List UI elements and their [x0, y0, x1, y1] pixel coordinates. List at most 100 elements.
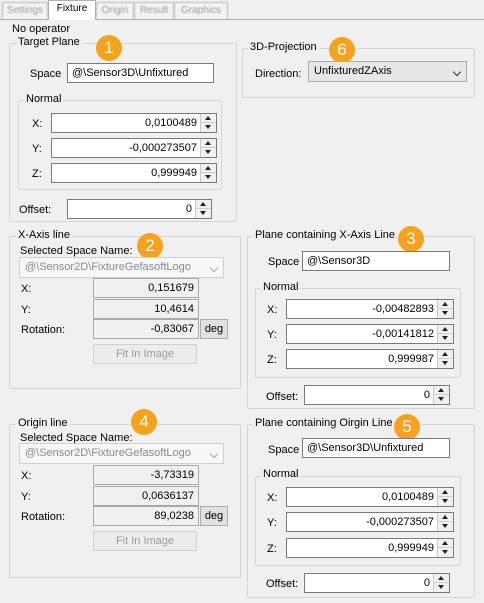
- spin-buttons[interactable]: [433, 574, 449, 592]
- plane-origin-z-stepper[interactable]: 0,999949: [286, 538, 454, 558]
- target-x-value: 0,0100489: [145, 117, 197, 129]
- badge-1: 1: [96, 35, 122, 61]
- badge-3: 3: [398, 226, 424, 252]
- origin-y-label: Y:: [21, 491, 31, 503]
- spin-buttons[interactable]: [437, 539, 453, 557]
- spin-up-icon[interactable]: [438, 350, 453, 359]
- origin-space-value: @\Sensor2D\FixtureGefasoftLogo: [25, 447, 191, 459]
- spin-down-icon[interactable]: [201, 173, 216, 182]
- direction-value: UnfixturedZAxis: [314, 65, 392, 77]
- plane-x-axis-x-stepper[interactable]: -0,00482893: [286, 299, 454, 319]
- spin-down-icon[interactable]: [438, 497, 453, 506]
- spin-buttons[interactable]: [437, 513, 453, 531]
- target-x-label: X:: [32, 118, 43, 130]
- spin-buttons[interactable]: [433, 386, 449, 404]
- spin-up-icon[interactable]: [201, 164, 216, 173]
- spin-down-icon[interactable]: [438, 334, 453, 343]
- spin-up-icon[interactable]: [438, 513, 453, 522]
- target-space-field[interactable]: @\Sensor3D\Unfixtured: [67, 63, 214, 83]
- plane-origin-z-label: Z:: [267, 543, 277, 555]
- spin-down-icon[interactable]: [434, 583, 449, 592]
- spin-down-icon[interactable]: [201, 123, 216, 132]
- target-x-stepper[interactable]: 0,0100489: [51, 113, 217, 133]
- x-axis-space-value: @\Sensor2D\FixtureGefasoftLogo: [25, 261, 191, 273]
- target-y-label: Y:: [32, 143, 42, 155]
- plane-origin-x-stepper[interactable]: 0,0100489: [286, 487, 454, 507]
- target-y-stepper[interactable]: -0,000273507: [51, 138, 217, 158]
- spin-buttons[interactable]: [437, 350, 453, 368]
- direction-label: Direction:: [255, 68, 302, 80]
- plane-origin-y-label: Y:: [267, 517, 277, 529]
- badge-5: 5: [394, 414, 420, 440]
- spin-up-icon[interactable]: [434, 574, 449, 583]
- spin-down-icon[interactable]: [438, 548, 453, 557]
- spin-up-icon[interactable]: [196, 200, 211, 209]
- plane-x-axis-y-value: -0,00141812: [372, 328, 434, 340]
- plane-x-axis-normal-title: Normal: [261, 281, 301, 294]
- spin-buttons[interactable]: [195, 200, 211, 218]
- plane-x-axis-z-stepper[interactable]: 0,999987: [286, 349, 454, 369]
- plane-origin-space-field[interactable]: @\Sensor3D\Unfixtured: [302, 438, 450, 458]
- target-offset-stepper[interactable]: 0: [67, 199, 212, 219]
- x-axis-x-label: X:: [21, 283, 32, 295]
- chevron-down-icon: [452, 67, 462, 77]
- x-axis-deg-button[interactable]: deg: [200, 319, 228, 339]
- badge-4: 4: [131, 409, 157, 435]
- spin-buttons[interactable]: [437, 300, 453, 318]
- spin-up-icon[interactable]: [201, 114, 216, 123]
- target-plane-title: Target Plane: [16, 36, 82, 49]
- origin-deg-button[interactable]: deg: [200, 506, 228, 526]
- spin-down-icon[interactable]: [438, 359, 453, 368]
- plane-x-axis-offset-stepper[interactable]: 0: [304, 385, 450, 405]
- spin-buttons[interactable]: [437, 325, 453, 343]
- badge-2: 2: [137, 233, 163, 259]
- plane-x-axis-space-field[interactable]: @\Sensor3D: [302, 251, 450, 271]
- spin-buttons[interactable]: [200, 164, 216, 182]
- spin-down-icon[interactable]: [196, 209, 211, 218]
- direction-select[interactable]: UnfixturedZAxis: [308, 61, 467, 82]
- x-axis-fit-in-image-button[interactable]: Fit In Image: [93, 344, 197, 364]
- plane-origin-space-label: Space: [268, 444, 300, 456]
- spin-buttons[interactable]: [200, 139, 216, 157]
- tab-result[interactable]: Result: [134, 2, 174, 19]
- spin-buttons[interactable]: [200, 114, 216, 132]
- tab-fixture[interactable]: Fixture: [48, 0, 96, 20]
- spin-buttons[interactable]: [437, 488, 453, 506]
- x-axis-space-select[interactable]: @\Sensor2D\FixtureGefasoftLogo: [19, 257, 224, 278]
- plane-origin-offset-value: 0: [423, 577, 430, 589]
- x-axis-space-name-label: Selected Space Name:: [20, 245, 133, 257]
- target-z-stepper[interactable]: 0,999949: [51, 163, 217, 183]
- plane-x-axis-z-label: Z:: [267, 354, 277, 366]
- spin-down-icon[interactable]: [438, 522, 453, 531]
- origin-space-select[interactable]: @\Sensor2D\FixtureGefasoftLogo: [19, 443, 224, 464]
- target-space-label: Space: [30, 68, 62, 80]
- plane-x-axis-z-value: 0,999987: [388, 353, 434, 365]
- spin-up-icon[interactable]: [438, 325, 453, 334]
- spin-down-icon[interactable]: [201, 148, 216, 157]
- plane-x-axis-offset-label: Offset:: [266, 391, 299, 403]
- spin-up-icon[interactable]: [438, 300, 453, 309]
- plane-x-axis-x-label: X:: [267, 304, 278, 316]
- spin-up-icon[interactable]: [201, 139, 216, 148]
- spin-up-icon[interactable]: [434, 386, 449, 395]
- plane-origin-title: Plane containing Oirgin Line: [253, 417, 395, 430]
- plane-x-axis-y-stepper[interactable]: -0,00141812: [286, 324, 454, 344]
- tab-settings[interactable]: Settings: [2, 2, 48, 19]
- plane-origin-y-stepper[interactable]: -0,000273507: [286, 512, 454, 532]
- chevron-down-icon: [209, 263, 219, 273]
- badge-6: 6: [329, 37, 355, 63]
- plane-x-axis-space-label: Space: [268, 256, 300, 268]
- spin-down-icon[interactable]: [438, 309, 453, 318]
- tab-origin[interactable]: Origin: [96, 2, 134, 19]
- spin-down-icon[interactable]: [434, 395, 449, 404]
- target-offset-label: Offset:: [19, 204, 52, 216]
- spin-up-icon[interactable]: [438, 539, 453, 548]
- plane-origin-y-value: -0,000273507: [366, 516, 434, 528]
- operator-label: No operator: [12, 23, 71, 35]
- plane-origin-offset-stepper[interactable]: 0: [304, 573, 450, 593]
- origin-fit-in-image-button[interactable]: Fit In Image: [93, 531, 197, 551]
- plane-x-axis-offset-value: 0: [423, 389, 430, 401]
- tab-graphics[interactable]: Graphics: [174, 2, 228, 19]
- spin-up-icon[interactable]: [438, 488, 453, 497]
- x-axis-x-value: 0,151679: [93, 278, 199, 298]
